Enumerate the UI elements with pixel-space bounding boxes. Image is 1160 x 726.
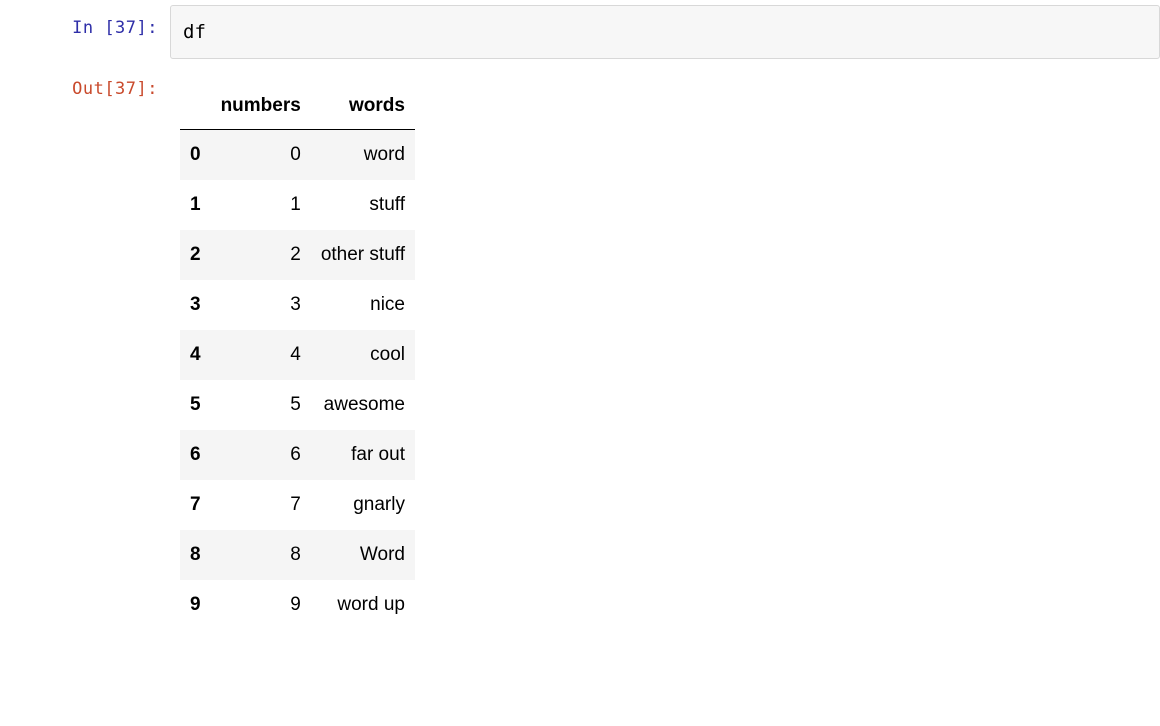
cell-words: far out: [311, 430, 415, 480]
cell-words: word: [311, 130, 415, 181]
table-row: 1 1 stuff: [180, 180, 415, 230]
output-cell: Out[37]: numbers words 0 0 word 1 1: [0, 69, 1160, 630]
header-row: numbers words: [180, 83, 415, 130]
row-index: 3: [180, 280, 211, 330]
table-row: 0 0 word: [180, 130, 415, 181]
table-row: 2 2 other stuff: [180, 230, 415, 280]
cell-words: Word: [311, 530, 415, 580]
column-header-words: words: [311, 83, 415, 130]
code-input[interactable]: df: [170, 5, 1160, 59]
cell-numbers: 3: [211, 280, 311, 330]
cell-words: nice: [311, 280, 415, 330]
cell-numbers: 0: [211, 130, 311, 181]
table-row: 7 7 gnarly: [180, 480, 415, 530]
row-index: 1: [180, 180, 211, 230]
cell-numbers: 2: [211, 230, 311, 280]
output-prompt: Out[37]:: [0, 69, 170, 109]
table-row: 5 5 awesome: [180, 380, 415, 430]
cell-words: other stuff: [311, 230, 415, 280]
output-area: numbers words 0 0 word 1 1 stuff 2 2: [170, 69, 1160, 630]
row-index: 8: [180, 530, 211, 580]
row-index: 6: [180, 430, 211, 480]
cell-words: gnarly: [311, 480, 415, 530]
cell-words: awesome: [311, 380, 415, 430]
row-index: 9: [180, 580, 211, 630]
row-index: 7: [180, 480, 211, 530]
row-index: 5: [180, 380, 211, 430]
index-header: [180, 83, 211, 130]
cell-words: cool: [311, 330, 415, 380]
cell-numbers: 8: [211, 530, 311, 580]
cell-numbers: 5: [211, 380, 311, 430]
table-row: 9 9 word up: [180, 580, 415, 630]
row-index: 0: [180, 130, 211, 181]
cell-numbers: 4: [211, 330, 311, 380]
input-cell: In [37]: df: [0, 0, 1160, 59]
table-row: 6 6 far out: [180, 430, 415, 480]
table-row: 8 8 Word: [180, 530, 415, 580]
column-header-numbers: numbers: [211, 83, 311, 130]
cell-numbers: 6: [211, 430, 311, 480]
dataframe-table: numbers words 0 0 word 1 1 stuff 2 2: [180, 83, 415, 630]
table-row: 3 3 nice: [180, 280, 415, 330]
input-prompt: In [37]:: [0, 0, 170, 48]
table-row: 4 4 cool: [180, 330, 415, 380]
row-index: 2: [180, 230, 211, 280]
cell-numbers: 1: [211, 180, 311, 230]
cell-numbers: 7: [211, 480, 311, 530]
cell-words: stuff: [311, 180, 415, 230]
cell-words: word up: [311, 580, 415, 630]
row-index: 4: [180, 330, 211, 380]
cell-numbers: 9: [211, 580, 311, 630]
